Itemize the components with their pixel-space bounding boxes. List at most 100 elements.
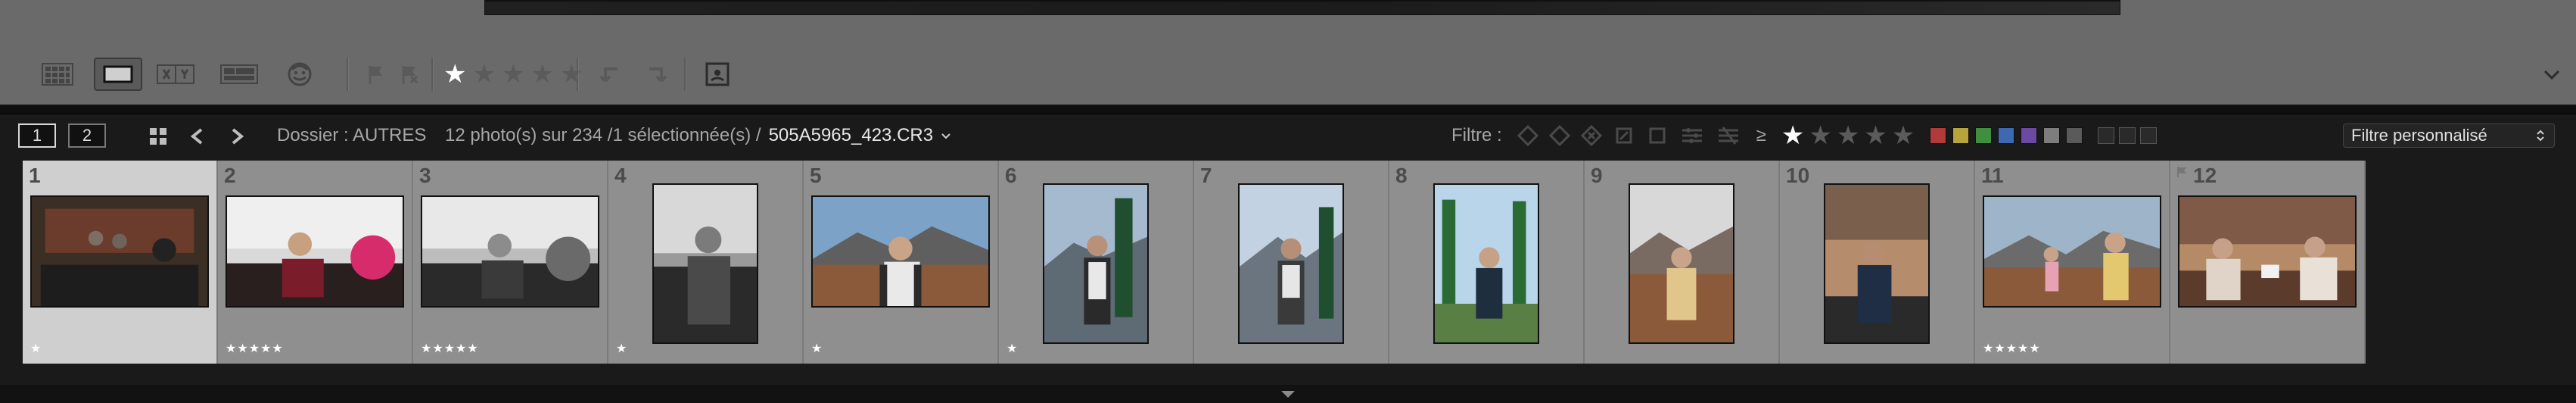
photo-preview (1984, 197, 2160, 306)
thumbnail-image[interactable] (1043, 183, 1149, 344)
rating-star-5[interactable]: ★ (560, 61, 583, 87)
filter-preset-dropdown[interactable]: Filtre personnalisé (2343, 123, 2555, 148)
photo-preview (654, 185, 757, 342)
thumbnail-flag[interactable] (2175, 165, 2189, 179)
color-swatch-purple[interactable] (2021, 127, 2038, 144)
color-swatch-gray[interactable] (2043, 127, 2061, 144)
thumbnail-image[interactable] (652, 183, 758, 344)
filter-original-icon[interactable] (1646, 124, 1669, 147)
color-label-filter[interactable] (1930, 127, 2083, 144)
photo-preview (1630, 185, 1733, 342)
filename-dropdown-icon[interactable] (941, 132, 951, 139)
thumbnail-image[interactable] (1433, 183, 1539, 344)
forward-button[interactable] (224, 123, 250, 149)
thumbnail-rating: ★ (1006, 342, 1018, 355)
pick-flag-button[interactable] (359, 58, 392, 91)
photo-preview (1435, 185, 1538, 342)
thumbnail-image[interactable] (1238, 183, 1344, 344)
thumbnail-12[interactable]: 12 (2170, 161, 2366, 364)
color-swatch-blue[interactable] (1998, 127, 2015, 144)
photo-preview (32, 197, 207, 306)
rating-filter-star-1[interactable]: ★ (1781, 123, 1804, 148)
filter-reject-icon[interactable] (1580, 125, 1602, 146)
rating-filter-star-5[interactable]: ★ (1892, 123, 1915, 148)
photo-preview (422, 197, 598, 306)
thumbnail-image[interactable] (2178, 195, 2357, 308)
chevron-down-icon (2543, 70, 2560, 80)
thumbnail-number: 1 (29, 164, 41, 187)
thumbnail-11[interactable]: 11 ★★★★★ (1975, 161, 2170, 364)
rating-star-3[interactable]: ★ (502, 61, 524, 87)
filter-unflagged-icon[interactable] (1548, 125, 1570, 146)
thumbnail-3[interactable]: 3 ★★★★★ (413, 161, 608, 364)
selection-count: 12 photo(s) sur 234 /1 sélectionnée(s) / (445, 125, 761, 145)
survey-view-button[interactable] (215, 58, 263, 91)
filter-settings-icon[interactable] (1679, 124, 1705, 147)
thumbnail-image[interactable] (421, 195, 599, 308)
filter-settings-2-icon[interactable] (1716, 124, 1741, 147)
rating-stars[interactable]: ★ ★ ★ ★ ★ (443, 58, 583, 91)
flag-icon (2177, 167, 2186, 177)
thumbnail-4[interactable]: 4 ★ (608, 161, 804, 364)
filter-toggle-1[interactable] (2098, 127, 2115, 144)
filter-pick-icon[interactable] (1517, 125, 1538, 146)
filter-extra-toggles[interactable] (2098, 127, 2158, 144)
thumbnail-9[interactable]: 9 (1585, 161, 1780, 364)
filter-toggle-3[interactable] (2140, 127, 2158, 144)
rating-filter-star-2[interactable]: ★ (1809, 123, 1831, 148)
thumbnail-6[interactable]: 6 ★ (999, 161, 1194, 364)
thumbnail-image[interactable] (226, 195, 404, 308)
thumbnail-number: 4 (614, 164, 627, 187)
crop-overlay-button[interactable] (696, 58, 739, 91)
rotate-left-button[interactable] (589, 58, 631, 91)
reject-flag-button[interactable] (392, 58, 425, 91)
thumbnail-image[interactable] (811, 195, 990, 308)
rating-filter-star-4[interactable]: ★ (1864, 123, 1887, 148)
thumbnail-image[interactable] (30, 195, 209, 308)
thumbnail-image[interactable] (1824, 183, 1930, 344)
photo-preview (2179, 197, 2355, 306)
screen-tab-2[interactable]: 2 (68, 123, 106, 148)
thumbnail-number: 7 (1200, 164, 1212, 187)
selected-filename[interactable]: 505A5965_423.CR3 (769, 125, 934, 146)
photo-preview (1825, 185, 1928, 342)
rating-filter-star-3[interactable]: ★ (1837, 123, 1859, 148)
thumbnail-8[interactable]: 8 (1389, 161, 1585, 364)
rotate-right-button[interactable] (636, 58, 678, 91)
thumbnail-1[interactable]: 1 ★ (23, 161, 218, 364)
thumbnail-5[interactable]: 5 ★ (804, 161, 999, 364)
thumbnail-2[interactable]: 2 ★★★★★ (218, 161, 413, 364)
filter-toggle-2[interactable] (2119, 127, 2136, 144)
toolbar-separator-3 (577, 58, 578, 91)
color-swatch-yellow[interactable] (1952, 127, 1970, 144)
grid-mode-button[interactable] (145, 123, 171, 149)
loupe-view-button[interactable] (94, 58, 142, 91)
flag-filter-icons[interactable] (1517, 124, 1741, 147)
thumbnail-image[interactable] (1629, 183, 1734, 344)
color-swatch-red[interactable] (1930, 127, 1947, 144)
color-swatch-green[interactable] (1975, 127, 1993, 144)
compare-view-button[interactable] (151, 58, 200, 91)
thumbnail-number: 10 (1786, 164, 1810, 187)
rating-star-4[interactable]: ★ (530, 61, 553, 87)
filter-edit-icon[interactable] (1613, 124, 1635, 147)
folder-label[interactable]: Dossier : AUTRES (277, 125, 426, 146)
toolbar-separator-2 (431, 58, 433, 91)
color-swatch-dark[interactable] (2066, 127, 2083, 144)
thumbnail-10[interactable]: 10 (1780, 161, 1975, 364)
rating-star-2[interactable]: ★ (472, 61, 495, 87)
filmstrip-bottom-bar (0, 385, 2576, 403)
grid-view-button[interactable] (33, 58, 82, 91)
photo-preview (1044, 185, 1147, 342)
thumbnail-rating: ★ (30, 342, 42, 355)
thumbnail-image[interactable] (1983, 195, 2161, 308)
screen-tab-1[interactable]: 1 (18, 123, 56, 148)
people-view-button[interactable] (275, 58, 324, 91)
filmstrip-collapse-button[interactable] (1278, 388, 1298, 400)
rating-filter-stars[interactable]: ★ ★ ★ ★ ★ (1781, 123, 1915, 148)
thumbnail-number: 5 (810, 164, 822, 187)
back-button[interactable] (185, 123, 210, 149)
toolbar-disclosure-button[interactable] (2541, 67, 2562, 82)
thumbnail-7[interactable]: 7 (1194, 161, 1389, 364)
rating-star-1[interactable]: ★ (443, 61, 466, 87)
